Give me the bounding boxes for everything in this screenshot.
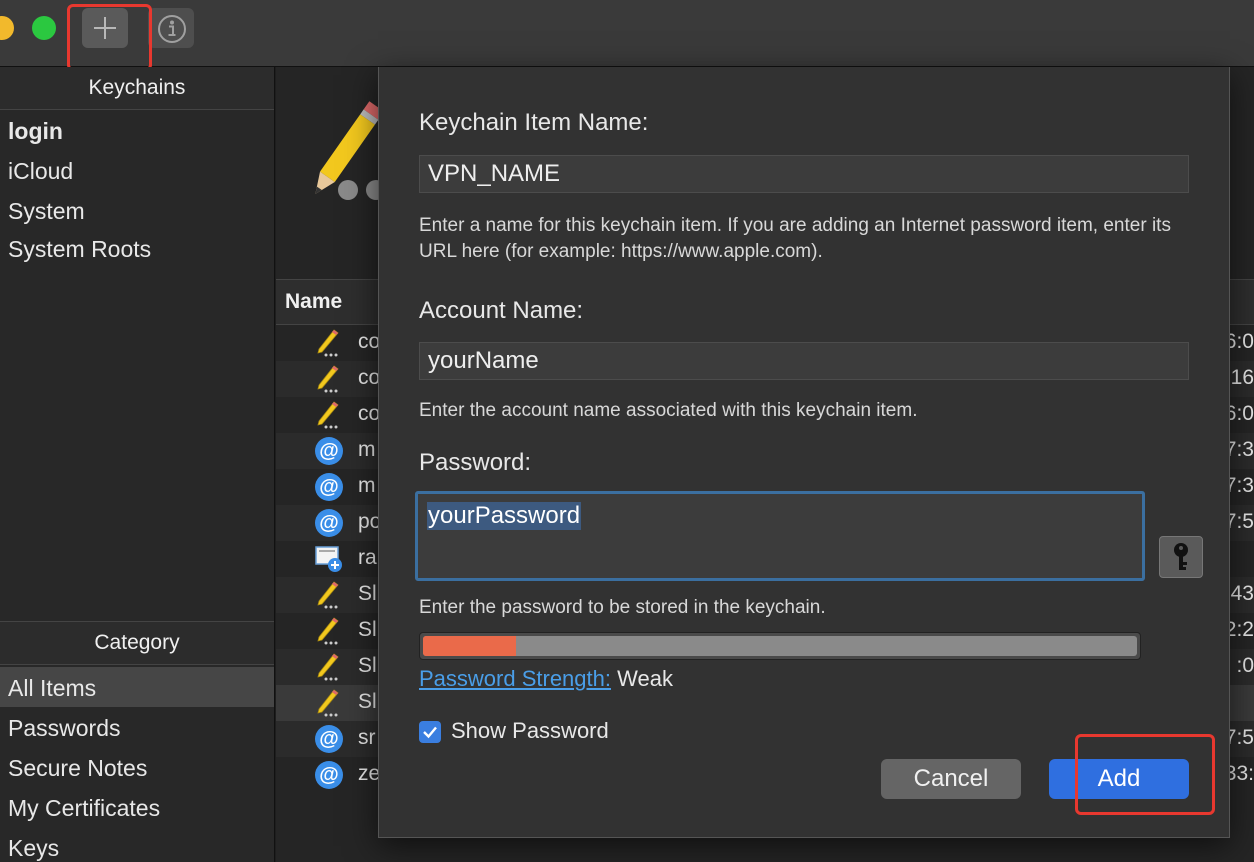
note-icon xyxy=(314,616,344,646)
cancel-button[interactable]: Cancel xyxy=(881,759,1021,799)
list-item-date: :0 xyxy=(1236,654,1254,677)
category-secure-notes[interactable]: Secure Notes xyxy=(8,755,147,782)
sidebar-item-system[interactable]: System xyxy=(8,198,85,225)
note-icon xyxy=(314,688,344,718)
list-item-name: ra xyxy=(358,546,377,569)
at-icon: @ xyxy=(314,472,344,502)
certificate-icon xyxy=(314,544,344,574)
category-my-certificates[interactable]: My Certificates xyxy=(8,795,160,822)
zoom-button[interactable] xyxy=(32,16,56,40)
list-item-name: m xyxy=(358,474,376,497)
list-item-name: sr xyxy=(358,726,376,749)
list-item-name: Sl xyxy=(358,690,377,713)
strength-fill xyxy=(423,636,516,656)
password-help: Enter the password to be stored in the k… xyxy=(419,597,826,618)
password-assistant-button[interactable] xyxy=(1159,536,1203,578)
list-item-name: ze xyxy=(358,762,381,785)
show-password-row: Show Password xyxy=(419,718,609,744)
list-item-name: Sl xyxy=(358,618,377,641)
account-name-help: Enter the account name associated with t… xyxy=(419,400,918,421)
key-icon xyxy=(1174,543,1188,570)
password-value: yourPassword xyxy=(427,502,582,530)
list-item-name: Sl xyxy=(358,654,377,677)
strength-track xyxy=(423,636,1137,656)
password-strength-value: Weak xyxy=(617,666,673,691)
password-field[interactable]: yourPassword xyxy=(415,491,1145,581)
list-item-name: m xyxy=(358,438,376,461)
category-passwords[interactable]: Passwords xyxy=(8,715,120,742)
highlight-box-add xyxy=(67,4,152,71)
column-name-header[interactable]: Name xyxy=(285,290,342,314)
list-item-date: 16 xyxy=(1230,366,1254,389)
item-name-field[interactable]: VPN_NAME xyxy=(419,155,1189,193)
password-label: Password: xyxy=(419,449,532,476)
category-all-items[interactable]: All Items xyxy=(8,675,96,702)
sidebar-item-system-roots[interactable]: System Roots xyxy=(8,236,151,263)
category-header: Category xyxy=(0,621,274,665)
note-icon xyxy=(314,328,344,358)
category-keys[interactable]: Keys xyxy=(8,835,59,862)
password-strength-line: Password Strength: Weak xyxy=(419,666,673,692)
checkmark-icon xyxy=(423,726,437,739)
at-icon: @ xyxy=(314,760,344,790)
info-icon xyxy=(158,15,186,43)
list-item-name: Sl xyxy=(358,582,377,605)
item-name-label: Keychain Item Name: xyxy=(419,109,649,136)
sidebar-item-icloud[interactable]: iCloud xyxy=(8,158,73,185)
highlight-box-add-button xyxy=(1075,734,1215,815)
at-icon: @ xyxy=(314,436,344,466)
note-icon xyxy=(314,580,344,610)
note-icon xyxy=(314,400,344,430)
note-icon xyxy=(314,652,344,682)
password-strength-link[interactable]: Password Strength: xyxy=(419,666,611,691)
list-item-name: co xyxy=(358,330,381,353)
password-strength-meter xyxy=(419,632,1141,660)
new-password-item-dialog: Keychain Item Name: VPN_NAME Enter a nam… xyxy=(378,67,1230,838)
at-icon: @ xyxy=(314,724,344,754)
sidebar-item-login[interactable]: login xyxy=(8,118,63,145)
account-name-field[interactable]: yourName xyxy=(419,342,1189,380)
list-item-name: co xyxy=(358,366,381,389)
at-icon: @ xyxy=(314,508,344,538)
minimize-button[interactable] xyxy=(0,16,14,40)
keychains-header: Keychains xyxy=(0,67,274,110)
show-password-checkbox[interactable] xyxy=(419,721,441,744)
note-icon xyxy=(314,364,344,394)
window-titlebar xyxy=(0,0,1254,71)
account-name-label: Account Name: xyxy=(419,297,584,324)
list-item-name: co xyxy=(358,402,381,425)
sidebar: Keychains login iCloud System System Roo… xyxy=(0,67,275,862)
info-button[interactable] xyxy=(148,8,194,48)
item-name-help: Enter a name for this keychain item. If … xyxy=(419,215,1171,262)
show-password-label[interactable]: Show Password xyxy=(451,718,609,743)
